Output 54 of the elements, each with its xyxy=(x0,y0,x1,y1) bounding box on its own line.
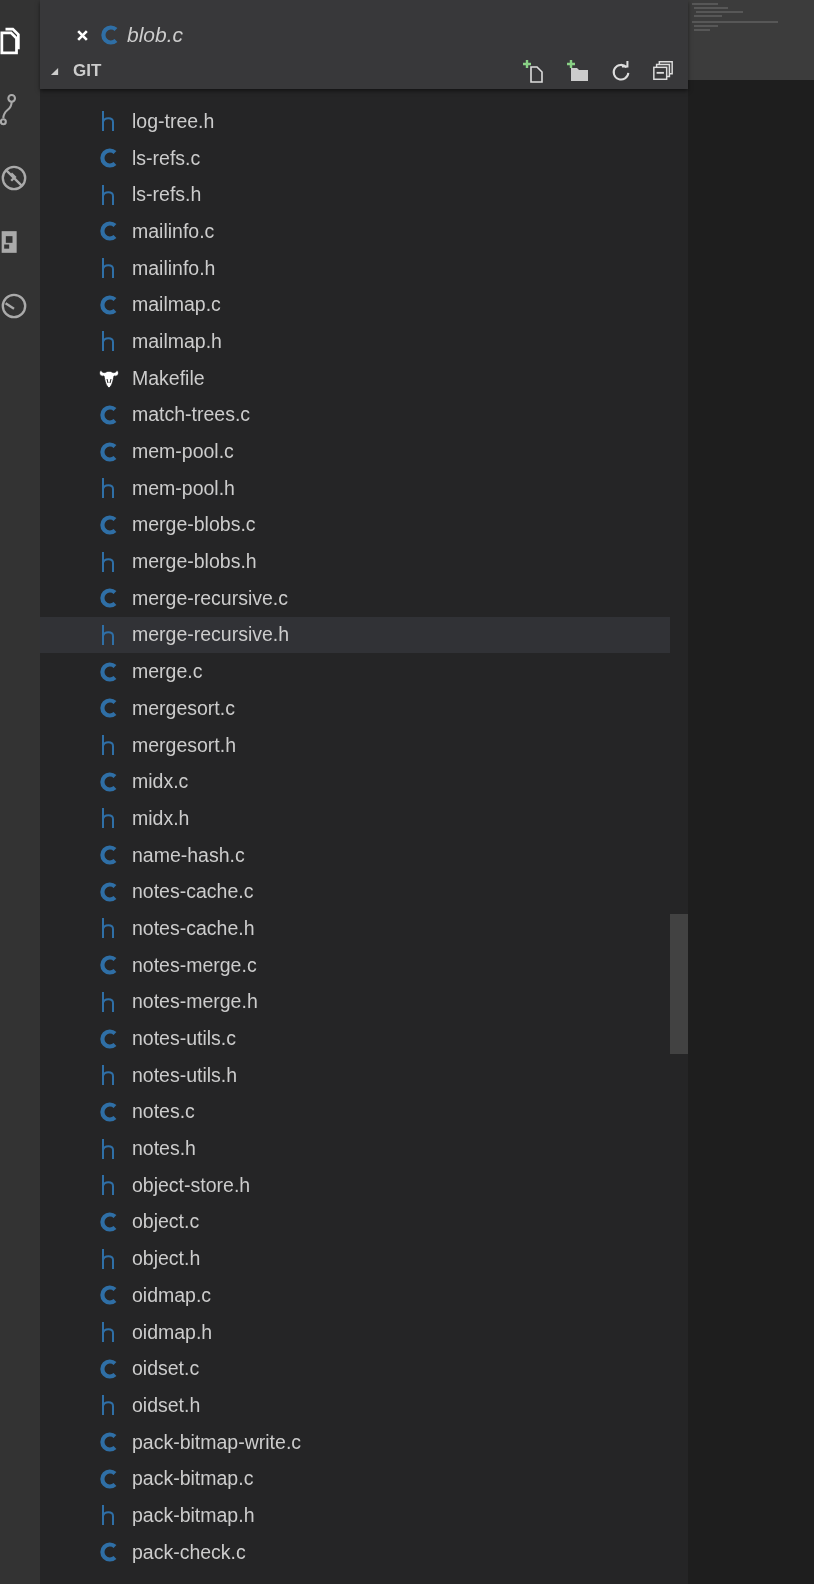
file-item[interactable]: mailmap.c xyxy=(40,286,670,324)
file-item[interactable]: mailinfo.c xyxy=(40,213,670,250)
file-item[interactable]: ls-refs.c xyxy=(40,139,670,177)
file-item[interactable]: mergesort.h xyxy=(40,726,670,764)
file-item[interactable]: notes-cache.h xyxy=(40,910,670,947)
file-item[interactable]: oidmap.c xyxy=(40,1277,670,1314)
file-item[interactable]: object.h xyxy=(40,1240,670,1277)
new-file-icon[interactable] xyxy=(522,59,546,83)
file-item[interactable]: object-store.h xyxy=(40,1166,670,1204)
refresh-icon[interactable] xyxy=(610,60,632,82)
file-item[interactable]: notes-utils.c xyxy=(40,1020,670,1057)
file-item[interactable]: mem-pool.h xyxy=(40,469,670,507)
file-item[interactable]: notes-utils.h xyxy=(40,1056,670,1094)
files-icon[interactable] xyxy=(0,26,22,56)
file-item[interactable]: mailmap.h xyxy=(40,323,670,360)
file-item[interactable]: object.c xyxy=(40,1203,670,1241)
file-item[interactable]: mergesort.c xyxy=(40,690,670,727)
open-editor-item[interactable]: blob.c xyxy=(40,17,688,53)
animal-head-icon xyxy=(98,367,120,390)
expanded-arrow-icon[interactable] xyxy=(50,66,59,76)
debug-icon[interactable] xyxy=(0,164,28,192)
collapse-all-icon[interactable] xyxy=(652,60,674,82)
file-item[interactable]: oidset.h xyxy=(40,1387,670,1424)
file-item[interactable]: oidmap.h xyxy=(40,1313,670,1351)
file-item[interactable]: mem-pool.c xyxy=(40,433,670,470)
file-item[interactable]: mailinfo.h xyxy=(40,249,670,287)
file-item[interactable]: notes.h xyxy=(40,1130,670,1167)
file-item[interactable]: notes-cache.c xyxy=(40,873,670,911)
file-item[interactable]: notes.c xyxy=(40,1093,670,1131)
open-editor-name: blob.c xyxy=(127,23,184,47)
scrollbar-thumb[interactable] xyxy=(670,914,688,1054)
file-item[interactable]: merge.c xyxy=(40,653,670,690)
file-item[interactable]: pack-bitmap-write.c xyxy=(40,1423,670,1461)
file-item[interactable]: midx.h xyxy=(40,800,670,837)
file-item[interactable]: notes-merge.h xyxy=(40,983,670,1021)
file-item[interactable]: pack-check.c xyxy=(40,1533,670,1571)
section-title[interactable]: GIT xyxy=(73,61,102,81)
file-item[interactable]: log-tree.h xyxy=(40,103,670,140)
file-item[interactable]: merge-recursive.c xyxy=(40,579,670,617)
file-item[interactable]: notes-merge.c xyxy=(40,946,670,984)
file-item[interactable]: ls-refs.h xyxy=(40,176,670,214)
file-item[interactable]: name-hash.c xyxy=(40,836,670,874)
file-item[interactable]: oidset.c xyxy=(40,1350,670,1388)
gauge-icon[interactable] xyxy=(0,292,28,320)
file-item[interactable]: merge-recursive.h xyxy=(40,616,670,654)
file-item[interactable]: pack-bitmap.h xyxy=(40,1497,670,1534)
file-item[interactable]: merge-blobs.h xyxy=(40,543,670,580)
new-folder-icon[interactable] xyxy=(566,59,590,83)
file-item[interactable]: match-trees.c xyxy=(40,396,670,434)
file-item[interactable]: pack-bitmap.c xyxy=(40,1460,670,1498)
file-item[interactable]: Makefile xyxy=(40,359,670,397)
close-icon[interactable] xyxy=(76,28,89,42)
file-item[interactable]: midx.c xyxy=(40,763,670,801)
file-item[interactable]: merge-blobs.c xyxy=(40,506,670,544)
